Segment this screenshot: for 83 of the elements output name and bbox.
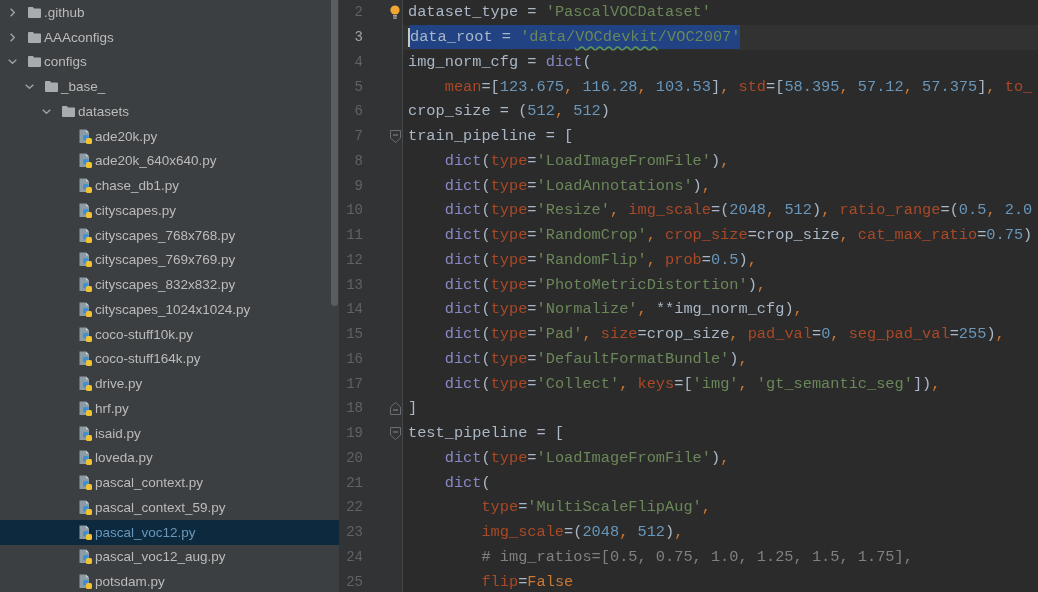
tree-item[interactable]: cityscapes_1024x1024.py: [0, 297, 339, 322]
code-line: dict(type='LoadImageFromFile'),: [443, 151, 730, 170]
code-line: type='MultiScaleFlipAug',: [480, 498, 711, 517]
code-line: dict(type='Normalize', **img_norm_cfg),: [443, 300, 803, 319]
tree-item[interactable]: pascal_context.py: [0, 470, 339, 495]
code-line: mean=[123.675, 116.28, 103.53], std=[58.395, 57.12, 57.375], to_: [443, 77, 1033, 96]
script-file-icon: [79, 499, 92, 515]
script-file-icon: [79, 227, 92, 243]
code-line: dict(: [443, 473, 491, 492]
tree-item[interactable]: loveda.py: [0, 445, 339, 471]
folder-icon: [28, 56, 41, 68]
code-line: dict(type='Pad', size=crop_size, pad_val=0, seg_pad_val=255),: [443, 325, 1005, 344]
fold-marker-icon[interactable]: [389, 129, 401, 143]
script-file-icon: [79, 153, 92, 169]
line-number: 3: [353, 29, 363, 46]
chevron-down-icon[interactable]: [7, 59, 17, 65]
tree-item[interactable]: pascal_context_59.py: [0, 495, 339, 520]
script-file-icon: [79, 450, 92, 466]
tree-item[interactable]: chase_db1.py: [0, 173, 339, 198]
code-line: train_pipeline = [: [408, 127, 574, 146]
script-file-icon: [79, 475, 92, 491]
chevron-down-icon[interactable]: [24, 84, 34, 90]
chevron-down-icon[interactable]: [41, 108, 51, 114]
code-line: img_scale=(2048, 512),: [480, 523, 684, 542]
script-file-icon: [79, 376, 92, 392]
code-line: crop_size = (512, 512): [408, 102, 610, 121]
tree-item[interactable]: cityscapes.py: [0, 198, 339, 223]
script-file-icon: [79, 574, 92, 590]
code-line: dict(type='RandomFlip', prob=0.5),: [443, 250, 757, 269]
code-line: dict(type='Resize', img_scale=(2048, 512), ratio_range=(0.5, 2.0: [443, 201, 1033, 220]
script-file-icon: [79, 351, 92, 367]
script-file-icon: [79, 128, 92, 144]
chevron-right-icon[interactable]: [9, 32, 15, 42]
tree-item[interactable]: coco-stuff164k.py: [0, 346, 339, 372]
code-line: dict(type='DefaultFormatBundle'),: [443, 349, 748, 368]
folder-icon: [62, 105, 75, 117]
code-line: dict(type='LoadImageFromFile'),: [443, 448, 730, 467]
tree-item[interactable]: AAAconfigs: [0, 24, 339, 50]
code-line: dict(type='LoadAnnotations'),: [443, 176, 711, 195]
tree-item[interactable]: .github: [0, 0, 339, 25]
script-file-icon: [79, 425, 92, 441]
code-line: img_norm_cfg = dict(: [408, 52, 592, 71]
tree-item[interactable]: isaid.py: [0, 420, 339, 446]
code-line: dict(type='Collect', keys=['img', 'gt_semantic_seg']),: [443, 374, 941, 393]
tree-item[interactable]: configs: [0, 49, 339, 75]
tree-item[interactable]: _base_: [0, 74, 339, 99]
code-line: flip=False: [480, 572, 574, 591]
chevron-right-icon[interactable]: [9, 7, 15, 17]
script-file-icon: [79, 178, 92, 194]
tree-item[interactable]: cityscapes_768x768.py: [0, 222, 339, 248]
folder-icon: [45, 81, 58, 93]
scrollbar-thumb[interactable]: [331, 0, 338, 306]
script-file-icon: [79, 277, 92, 293]
lightbulb-icon[interactable]: [390, 5, 400, 20]
code-line: ]: [408, 399, 418, 418]
code-line: dict(type='RandomCrop', crop_size=crop_size, cat_max_ratio=0.75): [443, 226, 1033, 245]
tree-item[interactable]: hrf.py: [0, 396, 339, 421]
folder-icon: [28, 6, 41, 18]
code-line: # img_ratios=[0.5, 0.75, 1.0, 1.25, 1.5, 1.75],: [480, 547, 913, 566]
tree-item[interactable]: drive.py: [0, 371, 339, 396]
tree-item[interactable]: datasets: [0, 99, 339, 124]
tree-item[interactable]: cityscapes_769x769.py: [0, 247, 339, 273]
tree-item[interactable]: pascal_voc12.py: [0, 519, 339, 545]
script-file-icon: [79, 400, 92, 416]
fold-marker-icon[interactable]: [389, 426, 401, 440]
fold-marker-icon[interactable]: [389, 401, 401, 415]
tree-item[interactable]: potsdam.py: [0, 569, 339, 592]
code-line: dict(type='PhotoMetricDistortion'),: [443, 275, 767, 294]
tree-item[interactable]: coco-stuff10k.py: [0, 321, 339, 347]
script-file-icon: [79, 202, 92, 218]
tree-item[interactable]: ade20k_640x640.py: [0, 148, 339, 174]
script-file-icon: [79, 549, 92, 565]
tree-item[interactable]: cityscapes_832x832.py: [0, 272, 339, 297]
folder-icon: [28, 31, 41, 43]
script-file-icon: [79, 252, 92, 268]
code-line: test_pipeline = [: [408, 424, 565, 443]
text-caret: [408, 27, 410, 47]
script-file-icon: [79, 326, 92, 342]
script-file-icon: [79, 524, 92, 540]
code-line: dataset_type = 'PascalVOCDataset': [408, 3, 711, 22]
tree-item[interactable]: ade20k.py: [0, 123, 339, 149]
tree-item[interactable]: pascal_voc12_aug.py: [0, 544, 339, 570]
script-file-icon: [79, 301, 92, 317]
